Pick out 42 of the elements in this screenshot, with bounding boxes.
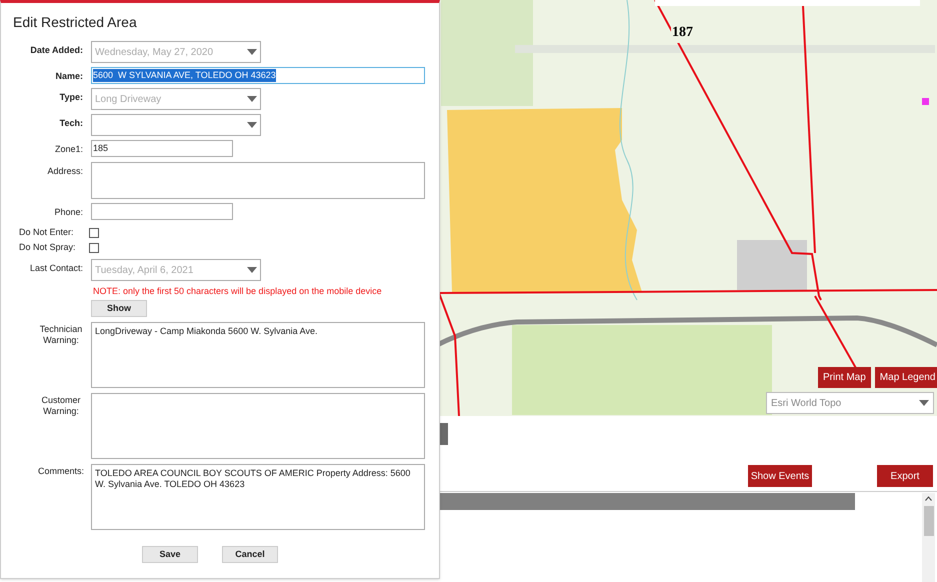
field-label: Do Not Enter: bbox=[19, 226, 75, 239]
text-field[interactable] bbox=[91, 203, 233, 220]
action-button[interactable]: Export bbox=[877, 465, 933, 487]
dropdown[interactable] bbox=[91, 114, 261, 136]
field-label: Address: bbox=[46, 165, 84, 177]
show-button[interactable]: Show bbox=[91, 300, 147, 317]
field-label: Name: bbox=[54, 70, 84, 82]
checkbox[interactable] bbox=[89, 242, 99, 252]
dialog-button[interactable]: Save bbox=[142, 546, 198, 563]
text-field[interactable]: 185 bbox=[91, 140, 233, 157]
map-button[interactable]: Map Legend bbox=[874, 367, 937, 388]
checkbox[interactable] bbox=[89, 228, 99, 238]
text-area[interactable]: LongDriveway - Camp Miakonda 5600 W. Sylvania Ave. bbox=[91, 322, 425, 388]
scroll-up-icon[interactable] bbox=[925, 496, 932, 501]
splitter-handle[interactable] bbox=[440, 423, 448, 445]
field-label: Customer Warning: bbox=[40, 394, 82, 417]
text-field[interactable]: 5600 W SYLVANIA AVE, TOLEDO OH 43623 bbox=[91, 67, 425, 84]
note-text: NOTE: only the first 50 characters will be displayed on the mobile device bbox=[93, 286, 382, 296]
basemap-dropdown[interactable]: Esri World Topo bbox=[766, 392, 934, 414]
field-label: Comments: bbox=[36, 465, 85, 477]
field-label: Zone1: bbox=[54, 143, 84, 155]
caret-icon bbox=[247, 49, 257, 55]
caret-icon bbox=[919, 400, 929, 406]
field-label: Date Added: bbox=[29, 44, 84, 56]
field-label: Type: bbox=[58, 91, 84, 103]
text-area[interactable] bbox=[91, 393, 425, 459]
text-area[interactable]: TOLEDO AREA COUNCIL BOY SCOUTS OF AMERIC Property Address: 5600 W. Sylvania Ave. TOLEDO OH 43623 bbox=[91, 464, 425, 530]
field-label: Technician Warning: bbox=[38, 323, 84, 346]
scroll-thumb[interactable] bbox=[924, 506, 934, 536]
caret-icon bbox=[247, 96, 257, 102]
dialog-button[interactable]: Cancel bbox=[222, 546, 278, 563]
text-area[interactable] bbox=[91, 162, 425, 199]
field-label: Tech: bbox=[58, 117, 84, 129]
caret-icon bbox=[247, 122, 257, 128]
field-label: Phone: bbox=[53, 206, 84, 218]
caret-icon bbox=[247, 267, 257, 273]
action-button[interactable]: Show Events bbox=[748, 465, 812, 487]
scrollbar[interactable] bbox=[922, 493, 935, 582]
dialog-title: Edit Restricted Area bbox=[13, 13, 138, 32]
field-label: Last Contact: bbox=[28, 262, 84, 274]
field-label: Do Not Spray: bbox=[19, 240, 77, 254]
map-button[interactable]: Print Map bbox=[818, 367, 871, 388]
